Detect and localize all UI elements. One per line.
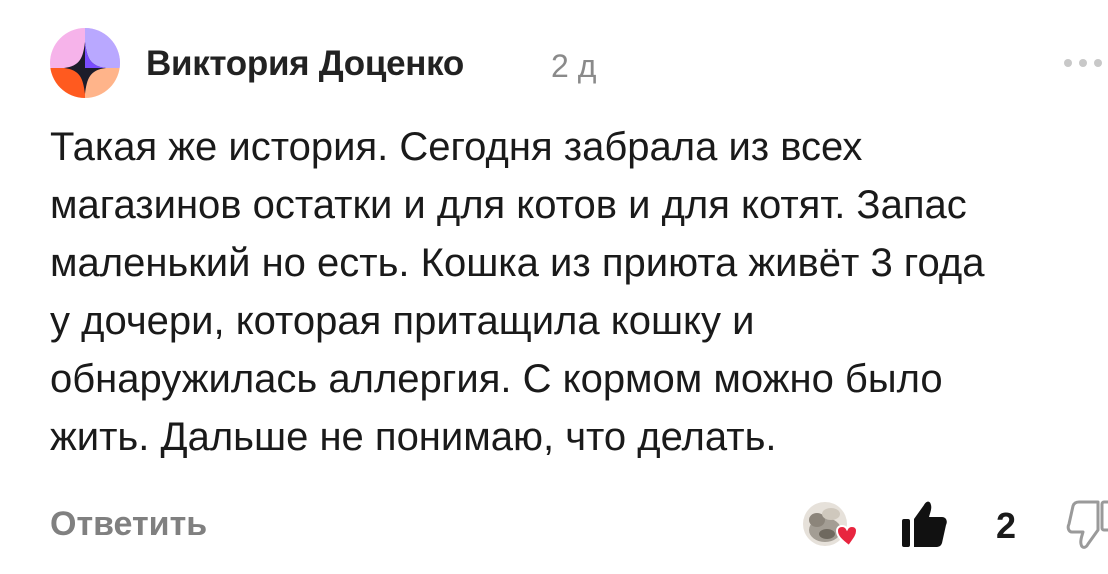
reactor-avatar[interactable]: [803, 500, 861, 550]
comment-line: Такая же история. Сегодня забрала из все…: [50, 125, 863, 169]
like-button[interactable]: [900, 497, 950, 549]
reply-button[interactable]: Ответить: [50, 505, 207, 544]
comment-line: магазинов остатки и для котов и для котя…: [50, 183, 967, 227]
avatar-logo-icon: [50, 28, 120, 98]
more-options-button[interactable]: [1062, 48, 1108, 78]
thumbs-down-icon: [1066, 500, 1108, 549]
thumbs-up-icon: [902, 501, 947, 547]
author-name[interactable]: Виктория Доценко: [146, 44, 464, 84]
like-count: 2: [996, 505, 1017, 546]
dislike-button[interactable]: [1066, 500, 1108, 552]
more-horizontal-icon: [1064, 59, 1102, 67]
heart-reaction-icon: [803, 502, 859, 548]
author-avatar[interactable]: [50, 28, 120, 98]
comment-line: обнаружилась аллергия. С кормом можно бы…: [50, 357, 943, 401]
comment-line: маленький но есть. Кошка из приюта живёт…: [50, 241, 985, 285]
comment: Виктория Доценко 2 д Такая же история. С…: [0, 0, 1108, 574]
comment-line: у дочери, которая притащила кошку и: [50, 299, 755, 343]
comment-timestamp: 2 д: [551, 48, 597, 84]
comment-text: Такая же история. Сегодня забрала из все…: [50, 118, 1090, 466]
comment-line: жить. Дальше не понимаю, что делать.: [50, 415, 777, 459]
